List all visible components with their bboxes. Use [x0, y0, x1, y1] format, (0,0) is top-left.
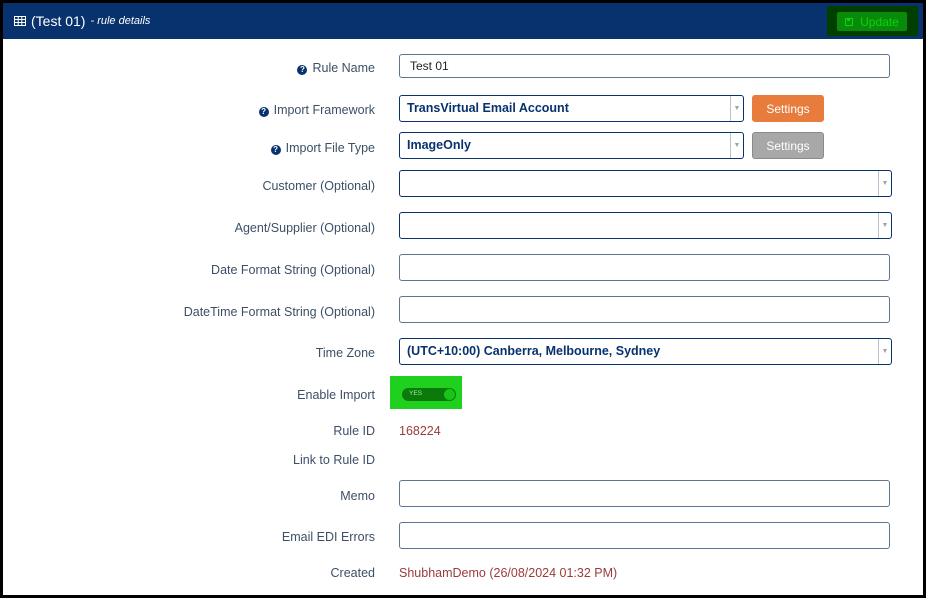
import-framework-select[interactable]: TransVirtual Email Account ▼	[399, 95, 744, 122]
datetime-format-input[interactable]	[399, 296, 890, 323]
link-rule-id-label: Link to Rule ID	[293, 453, 375, 467]
rule-id-value: 168224	[399, 424, 441, 438]
question-circle-icon[interactable]: ?	[258, 107, 269, 117]
customer-label: Customer (Optional)	[262, 179, 375, 193]
update-highlight: Update	[827, 6, 918, 36]
rule-id-label: Rule ID	[333, 424, 375, 438]
rule-name-label: ? Rule Name	[297, 61, 375, 75]
agent-supplier-select[interactable]: ▼	[399, 212, 892, 239]
memo-label: Memo	[340, 489, 375, 503]
toggle-state-text: YES	[409, 390, 423, 397]
import-file-type-settings-button[interactable]: Settings	[752, 132, 824, 159]
table-icon	[14, 16, 26, 26]
enable-import-label: Enable Import	[297, 388, 375, 402]
import-file-type-select[interactable]: ImageOnly ▼	[399, 132, 744, 159]
caret-down-icon[interactable]: ▼	[878, 213, 891, 238]
rule-name-input[interactable]: Test 01	[399, 54, 890, 78]
question-circle-icon[interactable]: ?	[270, 145, 281, 155]
toggle-knob[interactable]	[444, 389, 455, 400]
update-button-label: Update	[860, 14, 899, 29]
question-circle-icon[interactable]: ?	[297, 65, 308, 75]
caret-down-icon[interactable]: ▼	[878, 339, 891, 364]
created-label: Created	[330, 566, 375, 580]
save-icon	[845, 17, 854, 26]
import-file-type-label: ? Import File Type	[270, 141, 375, 155]
datetime-format-label: DateTime Format String (Optional)	[183, 305, 375, 319]
page-subtitle: - rule details	[90, 15, 151, 27]
memo-input[interactable]	[399, 480, 890, 507]
email-edi-errors-label: Email EDI Errors	[281, 530, 375, 544]
import-file-type-value: ImageOnly	[407, 138, 471, 152]
time-zone-label: Time Zone	[315, 346, 375, 360]
enable-import-toggle[interactable]: YES	[402, 388, 456, 401]
update-button[interactable]: Update	[837, 12, 907, 31]
import-framework-value: TransVirtual Email Account	[407, 101, 569, 115]
time-zone-value: (UTC+10:00) Canberra, Melbourne, Sydney	[407, 344, 661, 358]
time-zone-select[interactable]: (UTC+10:00) Canberra, Melbourne, Sydney …	[399, 338, 892, 365]
page-title: (Test 01)	[31, 13, 86, 29]
agent-supplier-label: Agent/Supplier (Optional)	[234, 221, 375, 235]
enable-import-highlight: YES	[390, 376, 462, 409]
header-title-group: (Test 01) - rule details	[14, 13, 150, 29]
caret-down-icon[interactable]: ▼	[730, 133, 743, 158]
import-framework-label: ? Import Framework	[258, 103, 375, 117]
customer-select[interactable]: ▼	[399, 170, 892, 197]
email-edi-errors-input[interactable]	[399, 522, 890, 549]
panel-header: (Test 01) - rule details Update	[3, 3, 923, 39]
rule-details-panel: (Test 01) - rule details Update ? Rule Na…	[3, 3, 923, 595]
caret-down-icon[interactable]: ▼	[730, 96, 743, 121]
date-format-input[interactable]	[399, 254, 890, 281]
import-framework-settings-button[interactable]: Settings	[752, 95, 824, 122]
caret-down-icon[interactable]: ▼	[878, 171, 891, 196]
created-value: ShubhamDemo (26/08/2024 01:32 PM)	[399, 566, 618, 580]
date-format-label: Date Format String (Optional)	[211, 263, 375, 277]
